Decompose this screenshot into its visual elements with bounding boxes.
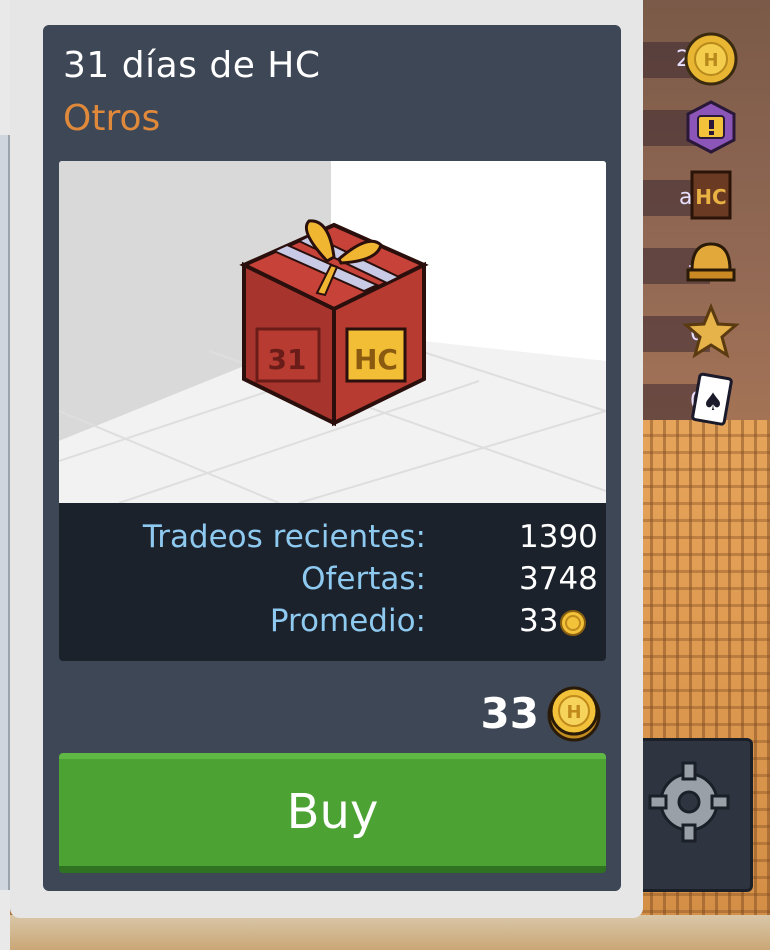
gift-box-icon: [239, 219, 429, 427]
svg-text:H: H: [703, 50, 718, 71]
gift-box-badge: HC: [354, 343, 398, 376]
item-card: 31 días de HC Otros 31 HC Tradeos recien…: [43, 25, 621, 891]
gear-icon: [648, 761, 730, 843]
recent-trades-value: 1390: [519, 519, 598, 555]
offers-value: 3748: [519, 561, 598, 597]
settings-panel[interactable]: [625, 738, 753, 892]
helmet-icon[interactable]: [682, 234, 740, 292]
room-preview-image: 31 HC: [59, 161, 606, 503]
item-popup: 31 días de HC Otros 31 HC Tradeos recien…: [10, 0, 643, 918]
alert-shield-icon[interactable]: [682, 98, 740, 156]
trade-stats: Tradeos recientes: 1390 Ofertas: 3748 Pr…: [59, 503, 606, 661]
background-window-edge: [0, 0, 10, 950]
svg-text:♠: ♠: [702, 388, 724, 416]
offers-label: Ofertas:: [301, 561, 426, 597]
playing-card-icon[interactable]: ♠: [682, 370, 740, 428]
item-category: Otros: [63, 98, 161, 139]
average-value: 33: [519, 603, 559, 639]
price: 33 H: [480, 686, 603, 742]
item-preview: 31 HC: [59, 161, 606, 503]
svg-text:HC: HC: [695, 185, 726, 209]
gift-box-number: 31: [268, 343, 307, 376]
coin-icon[interactable]: H: [682, 30, 740, 88]
item-title: 31 días de HC: [63, 45, 321, 86]
background-floor: [0, 915, 770, 950]
coin-icon: H: [547, 686, 601, 742]
price-amount: 33: [480, 688, 539, 738]
star-icon[interactable]: [682, 302, 740, 360]
svg-text:H: H: [566, 702, 581, 723]
hc-badge-icon[interactable]: HC: [682, 166, 740, 224]
coin-icon: [560, 610, 586, 636]
recent-trades-label: Tradeos recientes:: [142, 519, 426, 555]
average-label: Promedio:: [269, 603, 426, 639]
buy-button[interactable]: Buy: [59, 753, 606, 873]
